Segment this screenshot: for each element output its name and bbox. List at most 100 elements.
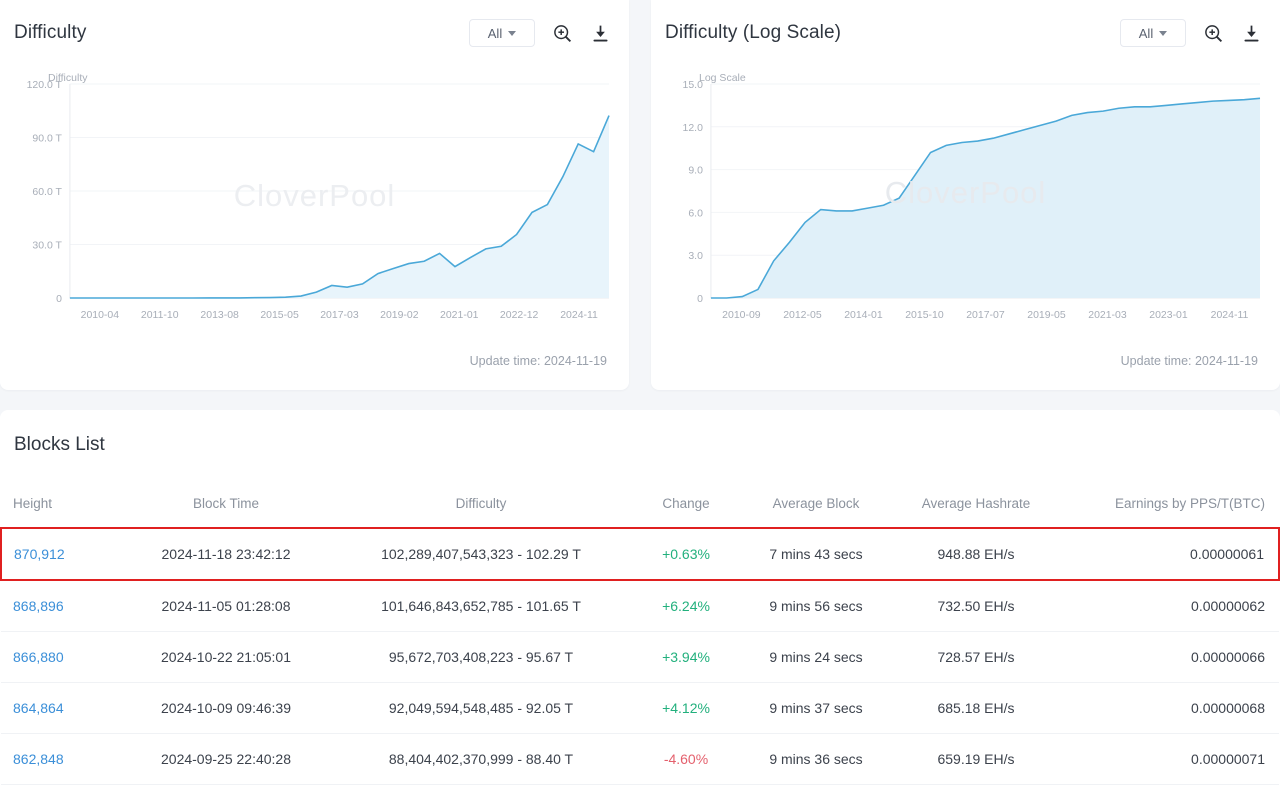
range-select-label: All bbox=[487, 25, 503, 41]
cell-average-block: 9 mins 36 secs bbox=[741, 733, 891, 785]
svg-text:2014-01: 2014-01 bbox=[844, 310, 883, 321]
cell-average-hashrate: 685.18 EH/s bbox=[891, 682, 1061, 734]
change-value: +3.94% bbox=[662, 649, 710, 665]
svg-text:60.0 T: 60.0 T bbox=[32, 187, 62, 198]
change-value: -4.60% bbox=[663, 751, 709, 767]
cell-block-time: 2024-11-18 23:42:12 bbox=[121, 527, 331, 581]
block-height-link[interactable]: 866,880 bbox=[13, 649, 64, 665]
svg-text:2013-08: 2013-08 bbox=[200, 310, 239, 321]
table-row[interactable]: 866,880 2024-10-22 21:05:01 95,672,703,408… bbox=[1, 631, 1279, 683]
svg-text:90.0 T: 90.0 T bbox=[32, 133, 62, 144]
cell-earnings: 0.00000066 bbox=[1061, 631, 1279, 683]
charts-row: Difficulty All Difficulty 0 30.0 T 60.0 … bbox=[0, 0, 1280, 392]
blocks-table: Height Block Time Difficulty Change Aver… bbox=[0, 482, 1280, 785]
cell-difficulty: 101,646,843,652,785 - 101.65 T bbox=[331, 580, 631, 632]
col-average-hashrate: Average Hashrate bbox=[891, 482, 1061, 529]
cell-difficulty: 88,404,402,370,999 - 88.40 T bbox=[331, 733, 631, 785]
difficulty-chart-card: Difficulty All Difficulty 0 30.0 T 60.0 … bbox=[0, 0, 629, 390]
zoom-in-icon[interactable] bbox=[551, 22, 573, 44]
cell-block-time: 2024-10-22 21:05:01 bbox=[121, 631, 331, 683]
table-row[interactable]: 862,848 2024-09-25 22:40:28 88,404,402,370… bbox=[1, 733, 1279, 785]
cell-earnings: 0.00000071 bbox=[1061, 733, 1279, 785]
svg-text:2019-02: 2019-02 bbox=[380, 310, 419, 321]
difficulty-log-plot: Log Scale 0 3.0 6.0 9.0 12.0 15.0 2010-09 2012… bbox=[651, 66, 1280, 336]
svg-text:2015-05: 2015-05 bbox=[260, 310, 299, 321]
chevron-down-icon-log bbox=[1159, 30, 1168, 36]
range-select-all[interactable]: All bbox=[469, 19, 535, 47]
table-row[interactable]: 864,864 2024-10-09 09:46:39 92,049,594,548… bbox=[1, 682, 1279, 734]
blocks-table-head: Height Block Time Difficulty Change Aver… bbox=[1, 482, 1279, 529]
zoom-in-icon-log[interactable] bbox=[1202, 22, 1224, 44]
chart-title-log: Difficulty (Log Scale) bbox=[665, 22, 842, 43]
cell-average-block: 9 mins 37 secs bbox=[741, 682, 891, 734]
svg-text:2024-11: 2024-11 bbox=[560, 310, 598, 321]
svg-text:9.0: 9.0 bbox=[688, 166, 703, 177]
block-height-link[interactable]: 864,864 bbox=[13, 700, 64, 716]
col-earnings: Earnings by PPS/T(BTC) bbox=[1061, 482, 1279, 529]
cell-earnings: 0.00000061 bbox=[1061, 527, 1280, 581]
table-row[interactable]: 870,912 2024-11-18 23:42:12 102,289,407,54… bbox=[0, 527, 1280, 581]
chevron-down-icon bbox=[508, 30, 517, 36]
page-root: Difficulty All Difficulty 0 30.0 T 60.0 … bbox=[0, 0, 1280, 809]
cell-average-hashrate: 659.19 EH/s bbox=[891, 733, 1061, 785]
chart-header: Difficulty All bbox=[0, 0, 629, 66]
y-axis-title: Difficulty bbox=[48, 72, 88, 84]
cell-earnings: 0.00000068 bbox=[1061, 682, 1279, 734]
cell-difficulty: 102,289,407,543,323 - 102.29 T bbox=[331, 527, 631, 581]
cell-average-block: 9 mins 56 secs bbox=[741, 580, 891, 632]
chart-title: Difficulty bbox=[14, 22, 87, 43]
cell-block-time: 2024-11-05 01:28:08 bbox=[121, 580, 331, 632]
block-height-link[interactable]: 870,912 bbox=[14, 546, 65, 562]
svg-text:2010-09: 2010-09 bbox=[722, 310, 761, 321]
svg-text:0: 0 bbox=[56, 294, 62, 305]
svg-text:2024-11: 2024-11 bbox=[1211, 310, 1249, 321]
svg-text:2012-05: 2012-05 bbox=[783, 310, 822, 321]
change-value: +6.24% bbox=[662, 598, 710, 614]
svg-text:2010-04: 2010-04 bbox=[81, 310, 120, 321]
col-height: Height bbox=[1, 482, 121, 529]
table-header-row: Height Block Time Difficulty Change Aver… bbox=[1, 482, 1279, 529]
cell-earnings: 0.00000062 bbox=[1061, 580, 1279, 632]
cell-height: 862,848 bbox=[1, 733, 121, 785]
svg-text:3.0: 3.0 bbox=[688, 251, 703, 262]
difficulty-log-chart-card: Difficulty (Log Scale) All Log Scale 0 3… bbox=[651, 0, 1280, 390]
download-icon[interactable] bbox=[589, 22, 611, 44]
cell-height: 866,880 bbox=[1, 631, 121, 683]
svg-text:2021-01: 2021-01 bbox=[440, 310, 479, 321]
svg-text:12.0: 12.0 bbox=[683, 123, 704, 134]
blocks-list-card: Blocks List Height Block Time Difficulty… bbox=[0, 410, 1280, 809]
table-row[interactable]: 868,896 2024-11-05 01:28:08 101,646,843,65… bbox=[1, 580, 1279, 632]
svg-text:2023-01: 2023-01 bbox=[1149, 310, 1188, 321]
col-block-time: Block Time bbox=[121, 482, 331, 529]
cell-average-block: 9 mins 24 secs bbox=[741, 631, 891, 683]
chart-header-log: Difficulty (Log Scale) All bbox=[651, 0, 1280, 66]
block-height-link[interactable]: 868,896 bbox=[13, 598, 64, 614]
blocks-table-body: 870,912 2024-11-18 23:42:12 102,289,407,54… bbox=[0, 527, 1280, 785]
col-difficulty: Difficulty bbox=[331, 482, 631, 529]
cell-height: 870,912 bbox=[0, 527, 121, 581]
svg-text:2017-07: 2017-07 bbox=[966, 310, 1005, 321]
col-change: Change bbox=[631, 482, 741, 529]
cell-average-block: 7 mins 43 secs bbox=[741, 527, 891, 581]
cell-change: +3.94% bbox=[631, 631, 741, 683]
download-icon-log[interactable] bbox=[1240, 22, 1262, 44]
range-select-all-log[interactable]: All bbox=[1120, 19, 1186, 47]
svg-text:6.0: 6.0 bbox=[688, 208, 703, 219]
cell-change: +0.63% bbox=[631, 527, 741, 581]
update-time-log: Update time: 2024-11-19 bbox=[1120, 354, 1258, 368]
range-select-label-log: All bbox=[1138, 25, 1154, 41]
svg-text:2021-03: 2021-03 bbox=[1088, 310, 1127, 321]
svg-text:2015-10: 2015-10 bbox=[905, 310, 944, 321]
page-title: Blocks List bbox=[14, 434, 105, 455]
block-height-link[interactable]: 862,848 bbox=[13, 751, 64, 767]
svg-text:0: 0 bbox=[697, 294, 703, 305]
svg-text:30.0 T: 30.0 T bbox=[32, 240, 62, 251]
cell-change: +4.12% bbox=[631, 682, 741, 734]
col-average-block: Average Block bbox=[741, 482, 891, 529]
chart-toolbar-log: All bbox=[1120, 19, 1262, 47]
cell-difficulty: 92,049,594,548,485 - 92.05 T bbox=[331, 682, 631, 734]
difficulty-log-plot-svg: 03.06.09.012.015.0 2010-09 2012-05 2014-01… bbox=[683, 80, 1261, 321]
svg-text:2011-10: 2011-10 bbox=[141, 310, 179, 321]
cell-change: +6.24% bbox=[631, 580, 741, 632]
y-axis-title-log: Log Scale bbox=[699, 72, 746, 84]
